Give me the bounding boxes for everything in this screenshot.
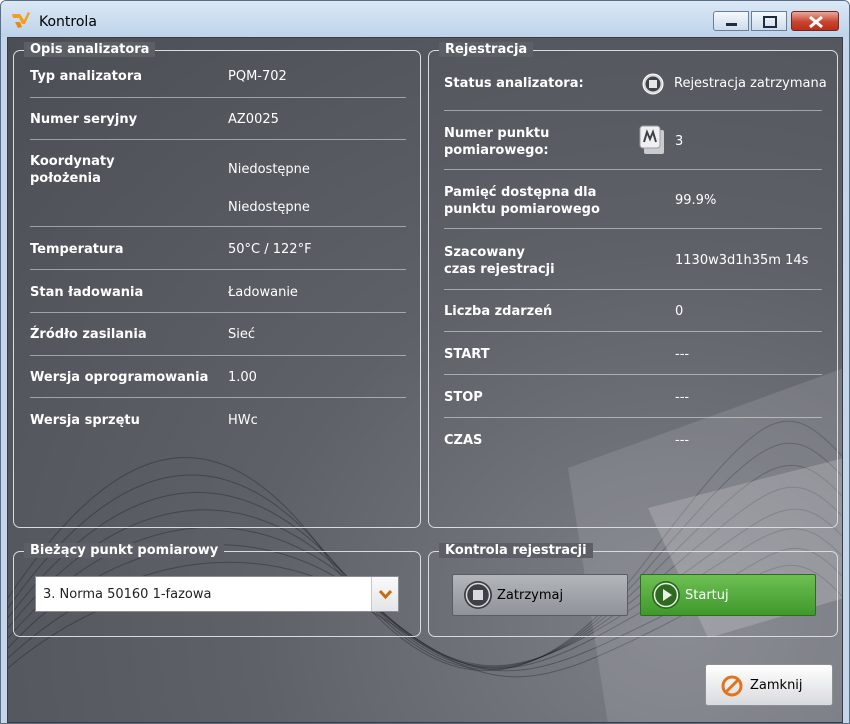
separator xyxy=(30,139,406,140)
event-count-label: Liczba zdarzeń xyxy=(444,304,553,319)
measurement-point-select-value: 3. Norma 50160 1-fazowa xyxy=(43,587,212,602)
separator xyxy=(444,228,822,229)
separator xyxy=(444,374,822,375)
separator xyxy=(30,226,406,227)
separator xyxy=(444,110,822,111)
hardware-version-value: HWc xyxy=(228,413,258,428)
duration-label: CZAS xyxy=(444,433,483,448)
coordinates-label: Koordynaty położenia xyxy=(30,154,115,186)
separator xyxy=(30,312,406,313)
start-time-value: --- xyxy=(675,347,690,362)
stop-time-value: --- xyxy=(675,390,690,405)
maximize-button[interactable] xyxy=(751,11,787,31)
serial-number-value: AZ0025 xyxy=(228,112,279,127)
power-source-label: Źródło zasilania xyxy=(30,327,147,342)
stop-status-icon xyxy=(642,73,664,95)
firmware-version-value: 1.00 xyxy=(228,370,257,385)
client-area: Opis analizatora Typ analizatora PQM-702… xyxy=(7,37,843,723)
separator xyxy=(444,289,822,290)
charging-state-label: Stan ładowania xyxy=(30,285,144,300)
temperature-value: 50°C / 122°F xyxy=(228,242,312,257)
separator xyxy=(30,269,406,270)
close-icon xyxy=(809,15,823,29)
analyzer-type-label: Typ analizatora xyxy=(30,69,143,84)
duration-value: --- xyxy=(675,433,690,448)
close-dialog-button-label: Zamknij xyxy=(750,678,803,693)
separator xyxy=(30,97,406,98)
available-memory-label: Pamięć dostępna dla punktu pomiarowego xyxy=(444,185,600,217)
maximize-icon xyxy=(763,16,777,28)
close-dialog-button[interactable]: Zamknij xyxy=(705,664,833,706)
stop-icon xyxy=(464,581,492,609)
temperature-label: Temperatura xyxy=(30,242,124,257)
estimated-recording-time-value: 1130w3d1h35m 14s xyxy=(675,253,809,268)
coordinates-value-1: Niedostępne xyxy=(228,162,310,177)
stop-button[interactable]: Zatrzymaj xyxy=(452,574,628,616)
separator xyxy=(30,355,406,356)
separator xyxy=(444,331,822,332)
power-source-value: Sieć xyxy=(228,327,256,342)
analyzer-status-label: Status analizatora: xyxy=(444,76,584,91)
event-count-value: 0 xyxy=(675,304,684,319)
dropdown-button[interactable] xyxy=(371,577,398,611)
estimated-recording-time-label: Szacowany czas rejestracji xyxy=(444,245,555,277)
stop-time-label: STOP xyxy=(444,390,483,405)
measurement-point-number-label: Numer punktu pomiarowego: xyxy=(444,126,550,158)
start-button[interactable]: Startuj xyxy=(640,574,816,616)
chevron-down-icon xyxy=(378,589,393,600)
analyzer-type-value: PQM-702 xyxy=(228,69,287,84)
hardware-version-label: Wersja sprzętu xyxy=(30,413,140,428)
serial-number-label: Numer seryjny xyxy=(30,112,138,127)
minimize-icon xyxy=(726,23,737,26)
app-logo-icon xyxy=(12,12,30,28)
cancel-icon xyxy=(721,675,743,697)
separator xyxy=(30,397,406,398)
separator xyxy=(444,417,822,418)
separator xyxy=(444,169,822,170)
start-button-label: Startuj xyxy=(685,588,729,603)
analyzer-status-value: Rejestracja zatrzymana xyxy=(674,76,827,91)
play-icon xyxy=(652,581,680,609)
firmware-version-label: Wersja oprogramowania xyxy=(30,370,209,385)
close-window-button[interactable] xyxy=(791,11,839,31)
analyzer-group-title: Opis analizatora xyxy=(24,42,156,57)
title-bar: Kontrola xyxy=(1,1,849,37)
kontrola-window: Kontrola Opis analizatora Typ analizator… xyxy=(0,0,850,724)
available-memory-value: 99.9% xyxy=(675,193,717,208)
registration-group-title: Rejestracja xyxy=(439,42,534,57)
charging-state-value: Ładowanie xyxy=(228,285,298,300)
recording-control-group-title: Kontrola rejestracji xyxy=(439,543,593,558)
start-time-label: START xyxy=(444,347,490,362)
minimize-button[interactable] xyxy=(713,11,749,31)
measurement-point-select[interactable]: 3. Norma 50160 1-fazowa xyxy=(35,576,399,612)
coordinates-value-2: Niedostępne xyxy=(228,200,310,215)
stop-button-label: Zatrzymaj xyxy=(497,588,564,603)
measurement-point-icon xyxy=(639,125,664,154)
window-title: Kontrola xyxy=(39,14,97,30)
measurement-point-number-value: 3 xyxy=(675,134,684,149)
current-point-group-title: Bieżący punkt pomiarowy xyxy=(24,543,225,558)
